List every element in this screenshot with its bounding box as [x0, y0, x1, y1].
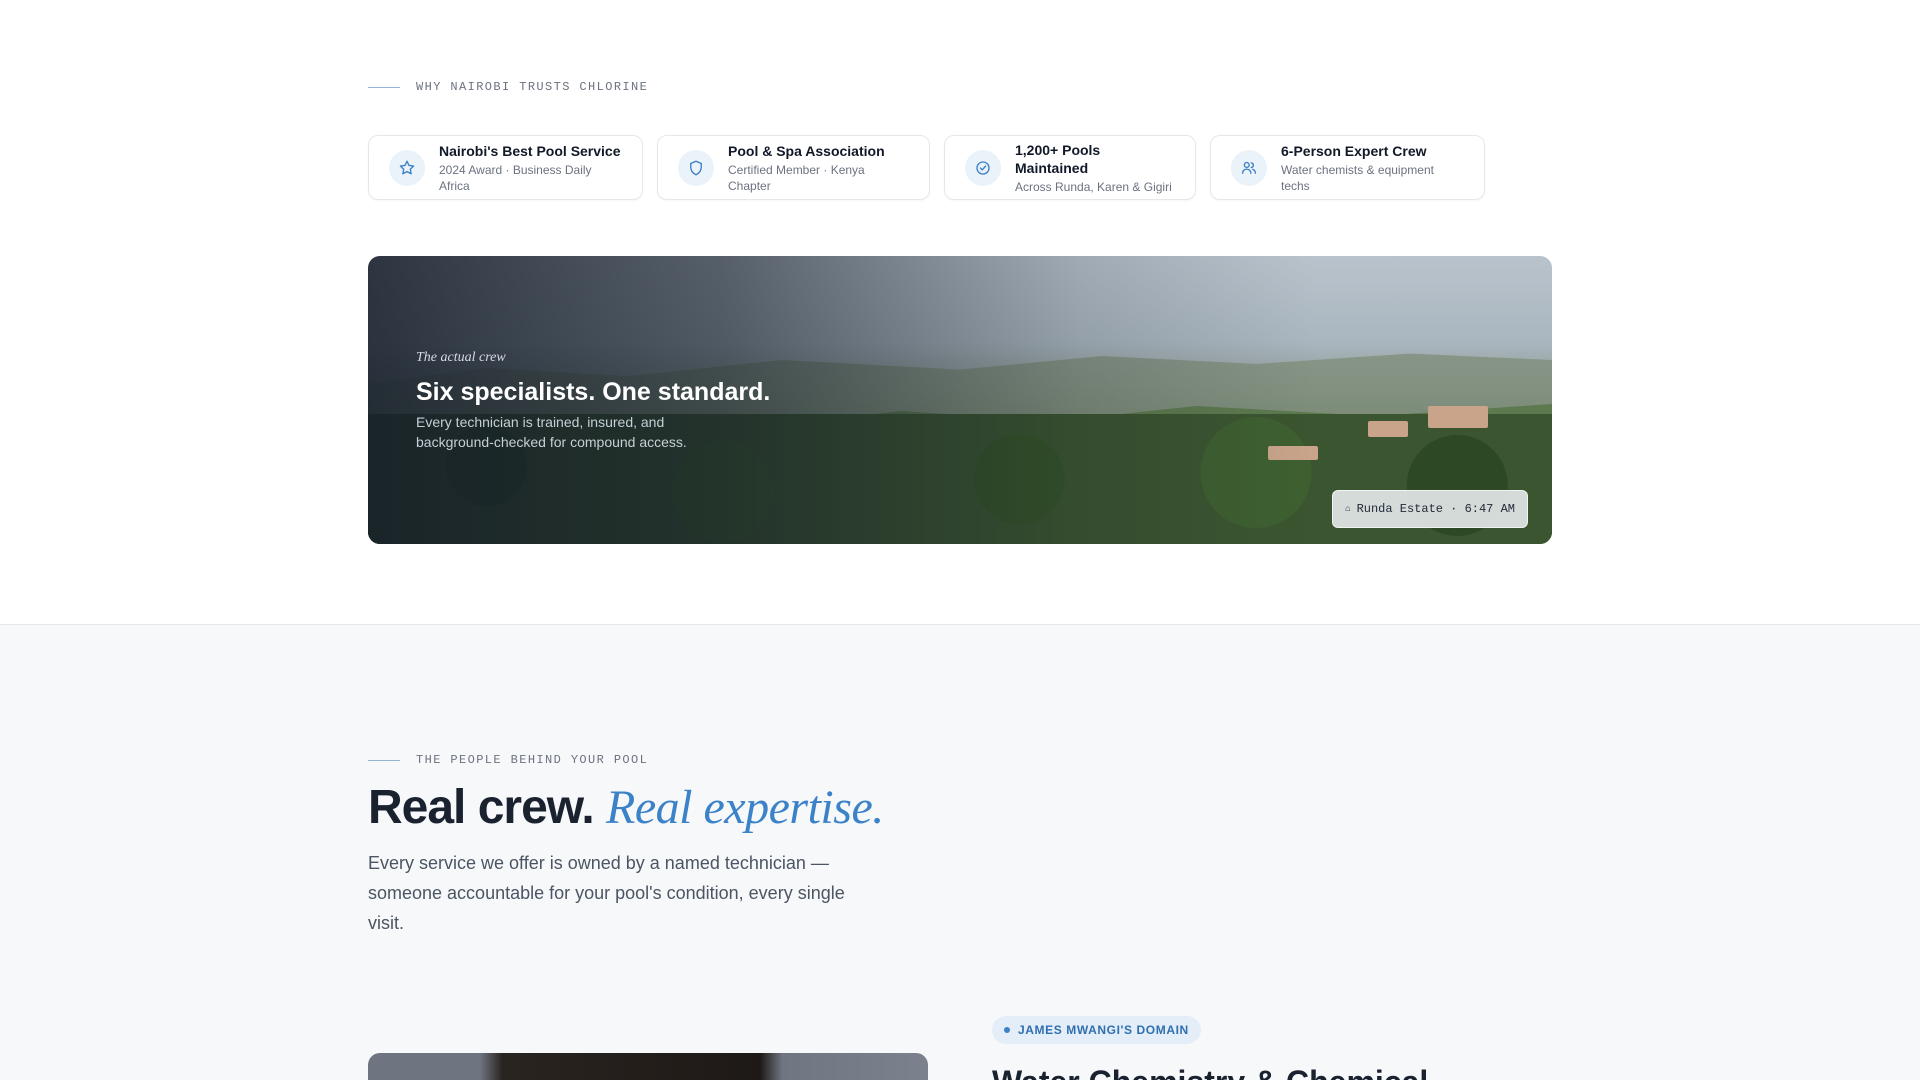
crew-heading-plain: Real crew. [368, 781, 595, 834]
hero-description: Every technician is trained, insured, an… [416, 414, 687, 450]
eyebrow-rule [368, 759, 400, 761]
badge-title: Nairobi's Best Pool Service [439, 142, 621, 159]
eyebrow-rule [368, 86, 400, 88]
location-text: Runda Estate · 6:47 AM [1356, 502, 1515, 516]
crew-eyebrow: THE PEOPLE BEHIND YOUR POOL [368, 753, 648, 767]
badge-association: Pool & Spa Association Certified Member … [657, 135, 930, 200]
badge-title: Pool & Spa Association [728, 142, 885, 159]
service-title: Water Chemistry & Chemical [992, 1064, 1428, 1080]
crew-eyebrow-text: THE PEOPLE BEHIND YOUR POOL [416, 753, 649, 767]
badge-crew: 6-Person Expert Crew Water chemists & eq… [1210, 135, 1485, 200]
badge-subtitle: Certified Member · Kenya Chapter [728, 162, 865, 193]
badge-award: Nairobi's Best Pool Service 2024 Award ·… [368, 135, 643, 200]
location-tag: ⌂ Runda Estate · 6:47 AM [1332, 490, 1528, 528]
trust-eyebrow-text: WHY NAIROBI TRUSTS CHLORINE [416, 80, 649, 94]
crew-description: Every service we offer is owned by a nam… [368, 853, 845, 933]
crew-section [0, 624, 1920, 1080]
trust-section: WHY NAIROBI TRUSTS CHLORINE Nairobi's Be… [0, 0, 1920, 624]
star-icon [389, 149, 425, 186]
check-circle-icon [965, 149, 1001, 186]
badge-subtitle: Across Runda, Karen & Gigiri [1015, 179, 1172, 194]
crew-heading-accent: Real expertise. [606, 781, 884, 834]
badge-subtitle: Water chemists & equipment techs [1281, 162, 1434, 193]
crew-hero-image: The actual crew Six specialists. One sta… [368, 256, 1552, 544]
technician-photo [368, 1053, 928, 1080]
location-icon: ⌂ [1345, 504, 1351, 514]
badge-subtitle: 2024 Award · Business Daily Africa [439, 162, 592, 193]
badge-title: 1,200+ Pools Maintained [1015, 141, 1101, 176]
users-icon [1231, 149, 1267, 186]
shield-icon [678, 149, 714, 186]
crew-heading: Real crew. Real expertise. [368, 780, 884, 835]
trust-eyebrow: WHY NAIROBI TRUSTS CHLORINE [368, 80, 648, 94]
trust-badges: Nairobi's Best Pool Service 2024 Award ·… [368, 135, 1485, 200]
badge-title: 6-Person Expert Crew [1281, 142, 1427, 159]
hero-eyebrow: The actual crew [416, 350, 506, 365]
hero-title: Six specialists. One standard. [416, 378, 771, 406]
domain-dot-icon [1004, 1027, 1010, 1033]
domain-badge-text: JAMES MWANGI'S DOMAIN [1018, 1023, 1189, 1037]
domain-badge: JAMES MWANGI'S DOMAIN [992, 1016, 1201, 1044]
badge-pools: 1,200+ Pools Maintained Across Runda, Ka… [944, 135, 1196, 200]
